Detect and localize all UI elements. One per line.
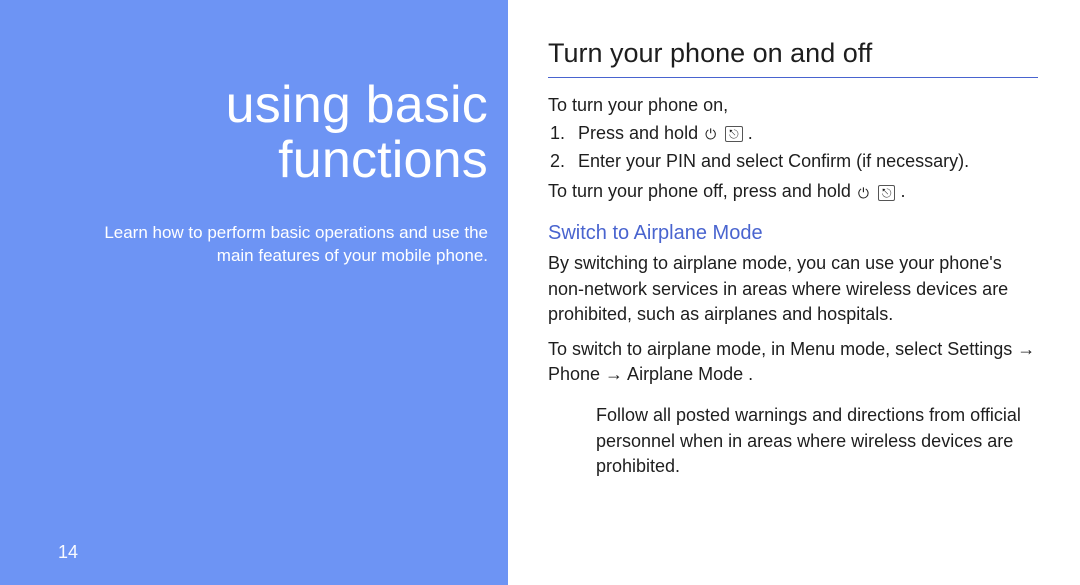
step-2-confirm: Confirm (788, 151, 851, 171)
chapter-title-line1: using basic (226, 76, 488, 134)
right-panel: Turn your phone on and off To turn your … (508, 0, 1080, 585)
airplane-switch-text-a: To switch to airplane mode, in Menu mode… (548, 339, 947, 359)
airplane-switch-period: . (748, 364, 753, 384)
step-2: 2. Enter your PIN and select Confirm (if… (550, 148, 1038, 174)
end-key-icon: ⎋ (725, 126, 743, 142)
step-1-number: 1. (550, 120, 570, 146)
power-key-icon: ⏻ (703, 127, 718, 141)
step-1-period: . (748, 123, 753, 143)
step-1-text: Press and hold ⏻ ⎋ . (578, 120, 753, 146)
airplane-switch-paragraph: To switch to airplane mode, in Menu mode… (548, 337, 1038, 387)
step-2-text-b: (if necessary). (856, 151, 969, 171)
airplane-subheading: Switch to Airplane Mode (548, 222, 1038, 245)
turn-off-text-a: To turn your phone off, press and hold (548, 181, 856, 201)
airplane-paragraph: By switching to airplane mode, you can u… (548, 251, 1038, 327)
note-block: Follow all posted warnings and direction… (596, 403, 1038, 479)
chapter-title-line2: functions (278, 131, 488, 189)
step-2-text-a: Enter your PIN and select (578, 151, 788, 171)
page: using basic functions Learn how to perfo… (0, 0, 1080, 585)
turn-off-period: . (900, 181, 905, 201)
steps-list: 1. Press and hold ⏻ ⎋ . 2. Enter your PI… (550, 120, 1038, 174)
step-1: 1. Press and hold ⏻ ⎋ . (550, 120, 1038, 146)
chapter-blurb: Learn how to perform basic operations an… (90, 222, 488, 268)
turn-on-intro: To turn your phone on, (548, 92, 1038, 118)
turn-off-line: To turn your phone off, press and hold ⏻… (548, 178, 1038, 204)
step-2-number: 2. (550, 148, 570, 174)
step-2-text: Enter your PIN and select Confirm (if ne… (578, 148, 969, 174)
chapter-title: using basic functions (226, 78, 488, 187)
left-panel: using basic functions Learn how to perfo… (0, 0, 508, 585)
end-key-icon: ⎋ (878, 185, 896, 201)
power-key-icon: ⏻ (856, 186, 871, 200)
section-heading: Turn your phone on and off (548, 38, 1038, 78)
page-number: 14 (58, 542, 78, 563)
step-1-text-a: Press and hold (578, 123, 703, 143)
